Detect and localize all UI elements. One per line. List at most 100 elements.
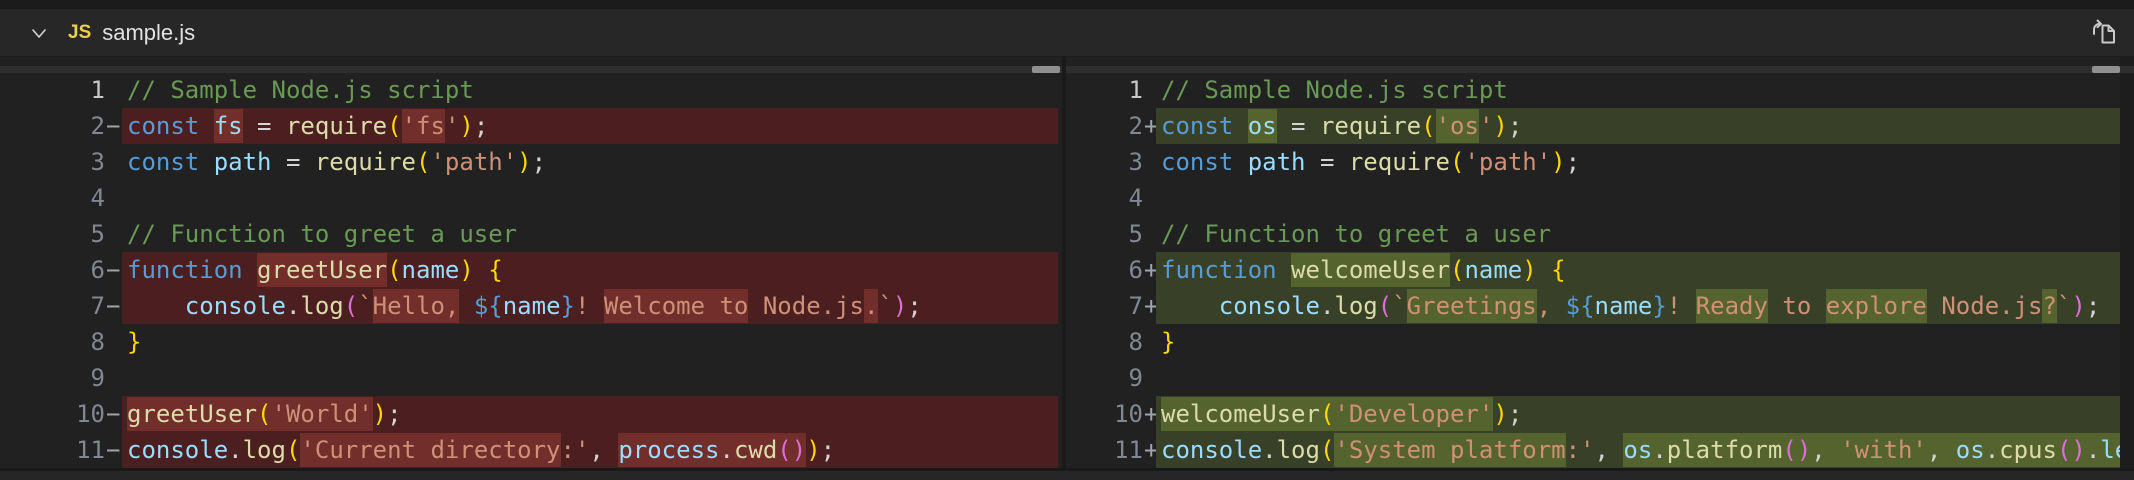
code-line[interactable]: const path = require('path'); bbox=[122, 144, 1058, 180]
diff-line[interactable]: 9 bbox=[1066, 360, 2120, 396]
diff-sign bbox=[105, 216, 122, 252]
scrollbar-thumb[interactable] bbox=[2092, 66, 2120, 73]
code-line[interactable]: greetUser('World'); bbox=[122, 396, 1058, 432]
code-line[interactable]: // Sample Node.js script bbox=[122, 72, 1058, 108]
code-line[interactable]: console.log(`Greetings, ${name}! Ready t… bbox=[1156, 288, 2120, 324]
diff-sign bbox=[1143, 144, 1156, 180]
horizontal-scrollbar-right[interactable] bbox=[1066, 66, 2134, 73]
code-line[interactable]: // Sample Node.js script bbox=[1156, 72, 2120, 108]
diff-sign: + bbox=[1143, 396, 1156, 432]
diff-sign bbox=[105, 360, 122, 396]
line-number: 10 bbox=[0, 396, 105, 432]
chevron-down-icon[interactable] bbox=[26, 20, 52, 46]
code-line[interactable]: console.log(`Hello, ${name}! Welcome to … bbox=[122, 288, 1058, 324]
diff-header[interactable]: JS sample.js bbox=[0, 9, 2134, 57]
code-line[interactable]: // Function to greet a user bbox=[1156, 216, 2120, 252]
diff-sign: − bbox=[105, 288, 122, 324]
line-number: 11 bbox=[1066, 432, 1143, 468]
diff-line[interactable]: 2−const fs = require('fs'); bbox=[0, 108, 1058, 144]
diff-sign: − bbox=[105, 252, 122, 288]
line-number: 6 bbox=[1066, 252, 1143, 288]
line-number: 10 bbox=[1066, 396, 1143, 432]
diff-line[interactable]: 11+console.log('System platform:', os.pl… bbox=[1066, 432, 2120, 468]
diff-sign: + bbox=[1143, 432, 1156, 468]
diff-sign bbox=[1143, 180, 1156, 216]
horizontal-scrollbar-left[interactable] bbox=[0, 66, 1062, 73]
diff-sign bbox=[105, 324, 122, 360]
code-line[interactable]: console.log('Current directory:', proces… bbox=[122, 432, 1058, 468]
bottom-scrollbar-area[interactable] bbox=[0, 468, 2134, 480]
code-line[interactable]: welcomeUser('Developer'); bbox=[1156, 396, 2120, 432]
diff-line[interactable]: 8} bbox=[0, 324, 1058, 360]
line-number: 9 bbox=[1066, 360, 1143, 396]
code-line[interactable]: const os = require('os'); bbox=[1156, 108, 2120, 144]
line-number: 11 bbox=[0, 432, 105, 468]
diff-sign bbox=[105, 180, 122, 216]
diff-sign: + bbox=[1143, 252, 1156, 288]
line-number: 8 bbox=[1066, 324, 1143, 360]
diff-line[interactable]: 6−function greetUser(name) { bbox=[0, 252, 1058, 288]
code-line[interactable]: } bbox=[1156, 324, 2120, 360]
diff-line[interactable]: 4 bbox=[0, 180, 1058, 216]
diff-sign: − bbox=[105, 432, 122, 468]
diff-line[interactable]: 1// Sample Node.js script bbox=[1066, 72, 2120, 108]
code-line[interactable]: function welcomeUser(name) { bbox=[1156, 252, 2120, 288]
diff-line[interactable]: 2+const os = require('os'); bbox=[1066, 108, 2120, 144]
original-code: 1 // Sample Node.js script2−const fs = re… bbox=[0, 72, 1062, 468]
diff-line[interactable]: 7− console.log(`Hello, ${name}! Welcome … bbox=[0, 288, 1058, 324]
diff-line[interactable]: 7+ console.log(`Greetings, ${name}! Read… bbox=[1066, 288, 2120, 324]
go-to-file-icon[interactable] bbox=[2087, 16, 2121, 50]
diff-sign bbox=[1143, 360, 1156, 396]
line-number: 9 bbox=[0, 360, 105, 396]
line-number: 2 bbox=[1066, 108, 1143, 144]
original-pane[interactable]: 1 // Sample Node.js script2−const fs = re… bbox=[0, 57, 1066, 468]
diff-line[interactable]: 6+function welcomeUser(name) { bbox=[1066, 252, 2120, 288]
diff-sign bbox=[105, 144, 122, 180]
code-line[interactable]: console.log('System platform:', os.platf… bbox=[1156, 432, 2120, 468]
line-number: 3 bbox=[1066, 144, 1143, 180]
diff-sign bbox=[1143, 324, 1156, 360]
code-line[interactable]: function greetUser(name) { bbox=[122, 252, 1058, 288]
diff-line[interactable]: 5 // Function to greet a user bbox=[0, 216, 1058, 252]
diff-sign: − bbox=[105, 108, 122, 144]
scrollbar-thumb[interactable] bbox=[1032, 66, 1060, 73]
line-number: 7 bbox=[0, 288, 105, 324]
file-name: sample.js bbox=[102, 20, 195, 46]
diff-sign bbox=[1143, 216, 1156, 252]
diff-sign: + bbox=[1143, 288, 1156, 324]
line-number: 3 bbox=[0, 144, 105, 180]
line-number: 8 bbox=[0, 324, 105, 360]
code-line[interactable] bbox=[1156, 180, 2120, 216]
code-line[interactable]: const path = require('path'); bbox=[1156, 144, 2120, 180]
line-number: 7 bbox=[1066, 288, 1143, 324]
line-number: 5 bbox=[1066, 216, 1143, 252]
code-line[interactable] bbox=[122, 180, 1058, 216]
diff-line[interactable]: 8} bbox=[1066, 324, 2120, 360]
js-file-icon: JS bbox=[68, 22, 91, 44]
diff-line[interactable]: 3 const path = require('path'); bbox=[1066, 144, 2120, 180]
diff-line[interactable]: 10+welcomeUser('Developer'); bbox=[1066, 396, 2120, 432]
code-line[interactable]: } bbox=[122, 324, 1058, 360]
diff-editor: 1// Sample Node.js script2−const fs = re… bbox=[0, 57, 2134, 468]
diff-sign: − bbox=[105, 396, 122, 432]
modified-pane[interactable]: 1// Sample Node.js script2+const os = re… bbox=[1066, 57, 2134, 468]
line-number: 5 bbox=[0, 216, 105, 252]
diff-line[interactable]: 3 const path = require('path'); bbox=[0, 144, 1058, 180]
diff-line[interactable]: 11−console.log('Current directory:', pro… bbox=[0, 432, 1058, 468]
line-number: 4 bbox=[0, 180, 105, 216]
code-line[interactable] bbox=[122, 360, 1058, 396]
code-line[interactable]: // Function to greet a user bbox=[122, 216, 1058, 252]
code-line[interactable] bbox=[1156, 360, 2120, 396]
diff-sign bbox=[1143, 72, 1156, 108]
diff-line[interactable]: 5 // Function to greet a user bbox=[1066, 216, 2120, 252]
line-number: 6 bbox=[0, 252, 105, 288]
line-number: 1 bbox=[0, 72, 105, 108]
line-number: 4 bbox=[1066, 180, 1143, 216]
diff-line[interactable]: 4 bbox=[1066, 180, 2120, 216]
diff-line[interactable]: 1 // Sample Node.js script bbox=[0, 72, 1058, 108]
diff-line[interactable]: 9 bbox=[0, 360, 1058, 396]
code-line[interactable]: const fs = require('fs'); bbox=[122, 108, 1058, 144]
diff-sign bbox=[105, 72, 122, 108]
diff-line[interactable]: 10−greetUser('World'); bbox=[0, 396, 1058, 432]
window-top-strip bbox=[0, 0, 2134, 9]
